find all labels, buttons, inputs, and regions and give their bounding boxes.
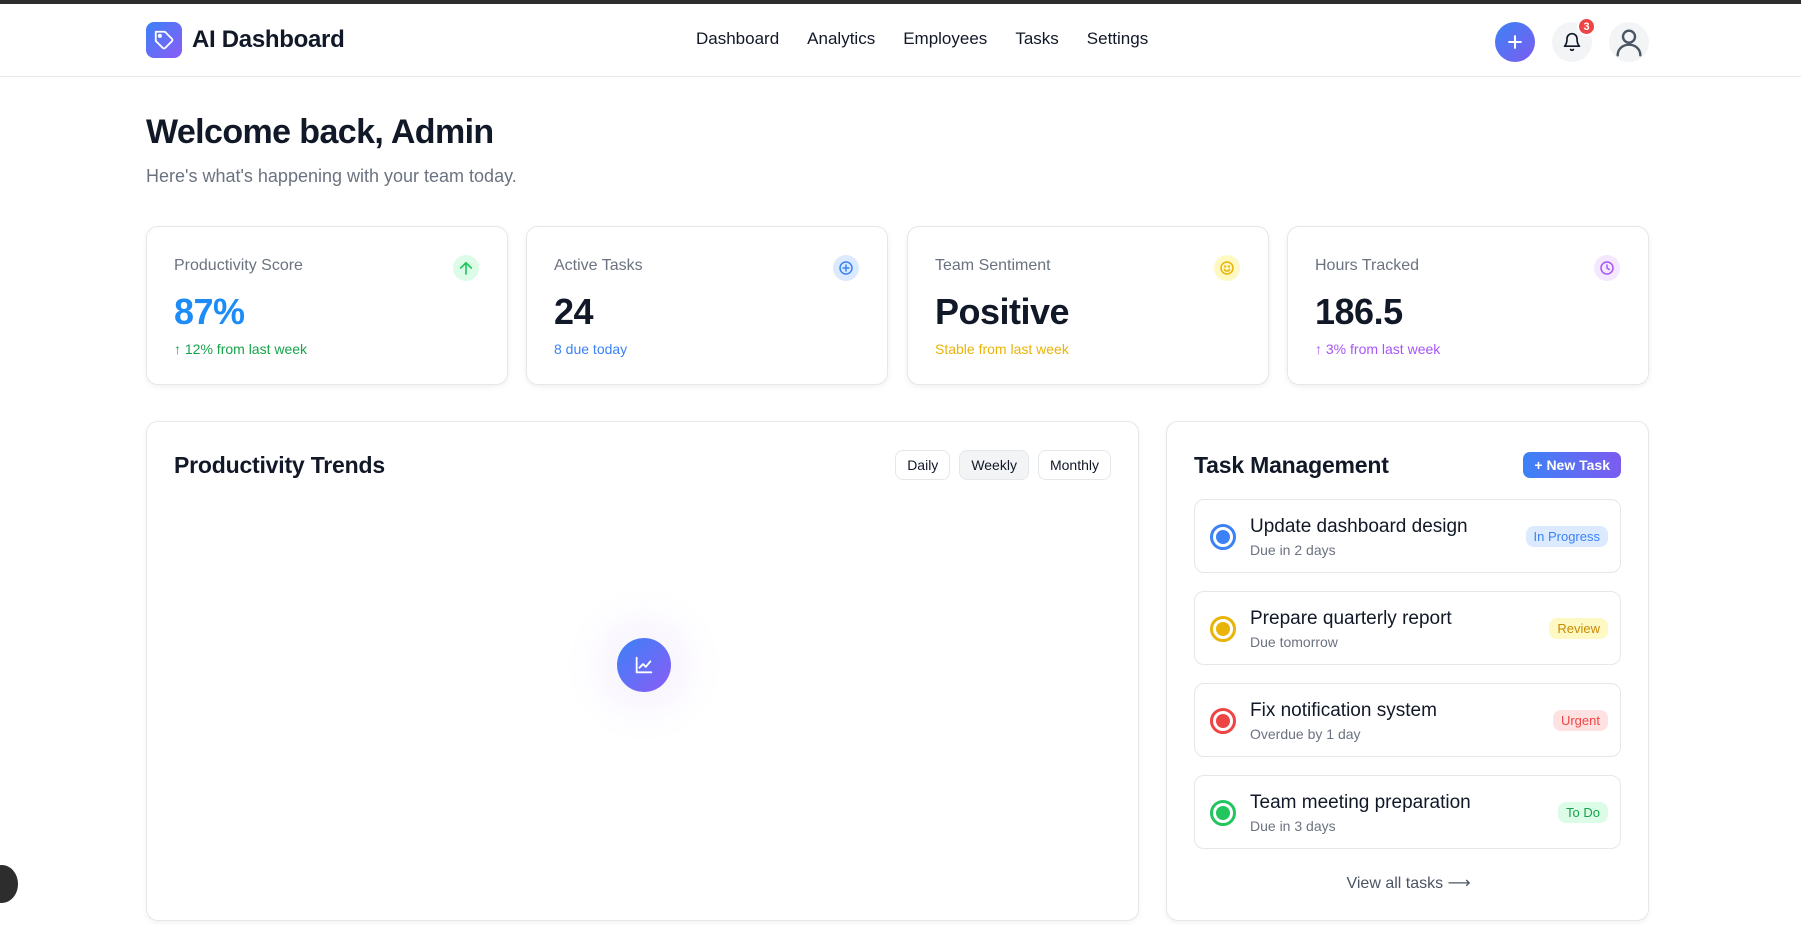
smile-icon <box>1214 255 1240 281</box>
status-badge: To Do <box>1558 802 1608 823</box>
task-due: Overdue by 1 day <box>1250 726 1361 742</box>
notification-badge: 3 <box>1577 17 1596 36</box>
nav-tasks[interactable]: Tasks <box>1015 29 1058 49</box>
nav-analytics[interactable]: Analytics <box>807 29 875 49</box>
arrow-up-icon <box>453 255 479 281</box>
nav-settings[interactable]: Settings <box>1087 29 1148 49</box>
floating-widget-button[interactable] <box>0 865 18 903</box>
stat-card-team-sentiment[interactable]: Team Sentiment Positive Stable from last… <box>907 226 1269 385</box>
stat-label: Team Sentiment <box>935 257 1051 274</box>
task-item[interactable]: Update dashboard design Due in 2 days In… <box>1194 499 1621 573</box>
stat-card-hours-tracked[interactable]: Hours Tracked 186.5 ↑ 3% from last week <box>1287 226 1649 385</box>
task-item[interactable]: Team meeting preparation Due in 3 days T… <box>1194 775 1621 849</box>
plus-circle-icon <box>833 255 859 281</box>
app-logo[interactable]: AI Dashboard <box>146 22 345 58</box>
task-status-indicator[interactable] <box>1210 616 1236 642</box>
task-item[interactable]: Fix notification system Overdue by 1 day… <box>1194 683 1621 757</box>
task-status-indicator[interactable] <box>1210 800 1236 826</box>
status-badge: Urgent <box>1552 710 1608 731</box>
task-title: Team meeting preparation <box>1250 792 1471 813</box>
plus-icon <box>1508 35 1522 49</box>
stat-value: 24 <box>554 291 594 332</box>
task-status-indicator[interactable] <box>1210 708 1236 734</box>
status-badge: In Progress <box>1525 526 1608 547</box>
panel-title: Productivity Trends <box>174 452 385 478</box>
stat-card-productivity[interactable]: Productivity Score 87% ↑ 12% from last w… <box>146 226 508 385</box>
stat-change: ↑ 12% from last week <box>174 341 308 357</box>
stat-label: Active Tasks <box>554 257 643 274</box>
notifications-button[interactable]: 3 <box>1552 17 1596 62</box>
stat-change: ↑ 3% from last week <box>1315 341 1441 357</box>
clock-icon <box>1594 255 1620 281</box>
status-badge: Review <box>1549 618 1608 639</box>
task-due: Due in 2 days <box>1250 542 1336 558</box>
period-weekly-button[interactable]: Weekly <box>959 450 1029 480</box>
new-task-button[interactable]: + New Task <box>1523 452 1621 478</box>
user-icon <box>1616 29 1642 57</box>
stat-value: 186.5 <box>1315 291 1403 332</box>
view-all-tasks-link[interactable]: View all tasks ⟶ <box>1167 873 1650 893</box>
period-toggle: Daily Weekly Monthly <box>895 450 1111 480</box>
stat-change: 8 due today <box>554 341 628 357</box>
task-item[interactable]: Prepare quarterly report Due tomorrow Re… <box>1194 591 1621 665</box>
stat-value: 87% <box>174 291 245 332</box>
app-title: AI Dashboard <box>192 26 345 53</box>
header-actions: 3 <box>1495 17 1649 62</box>
tag-icon <box>146 22 182 58</box>
nav-employees[interactable]: Employees <box>903 29 987 49</box>
task-title: Fix notification system <box>1250 700 1437 721</box>
stat-value: Positive <box>935 291 1070 332</box>
user-avatar-button[interactable] <box>1609 22 1649 62</box>
productivity-trends-panel: Productivity Trends Daily Weekly Monthly <box>146 421 1139 921</box>
page-subtitle: Here's what's happening with your team t… <box>146 166 517 186</box>
task-due: Due in 3 days <box>1250 818 1336 834</box>
bell-icon <box>1563 32 1581 52</box>
panel-title: Task Management <box>1194 452 1389 478</box>
main-nav: Dashboard Analytics Employees Tasks Sett… <box>696 29 1148 49</box>
nav-dashboard[interactable]: Dashboard <box>696 29 779 49</box>
task-title: Prepare quarterly report <box>1250 608 1452 629</box>
chart-icon <box>617 638 671 692</box>
task-status-indicator[interactable] <box>1210 524 1236 550</box>
period-daily-button[interactable]: Daily <box>895 450 951 480</box>
task-management-panel: Task Management + New Task Update dashbo… <box>1166 421 1649 921</box>
task-due: Due tomorrow <box>1250 634 1338 650</box>
stat-label: Hours Tracked <box>1315 257 1420 274</box>
task-title: Update dashboard design <box>1250 516 1468 537</box>
top-header: AI Dashboard Dashboard Analytics Employe… <box>0 4 1801 77</box>
add-button[interactable] <box>1495 22 1535 62</box>
period-monthly-button[interactable]: Monthly <box>1037 450 1111 480</box>
page-title: Welcome back, Admin <box>146 113 494 151</box>
stat-card-active-tasks[interactable]: Active Tasks 24 8 due today <box>526 226 888 385</box>
welcome-section: Welcome back, Admin Here's what's happen… <box>146 113 517 187</box>
stat-change: Stable from last week <box>935 341 1069 357</box>
stat-label: Productivity Score <box>174 257 303 274</box>
